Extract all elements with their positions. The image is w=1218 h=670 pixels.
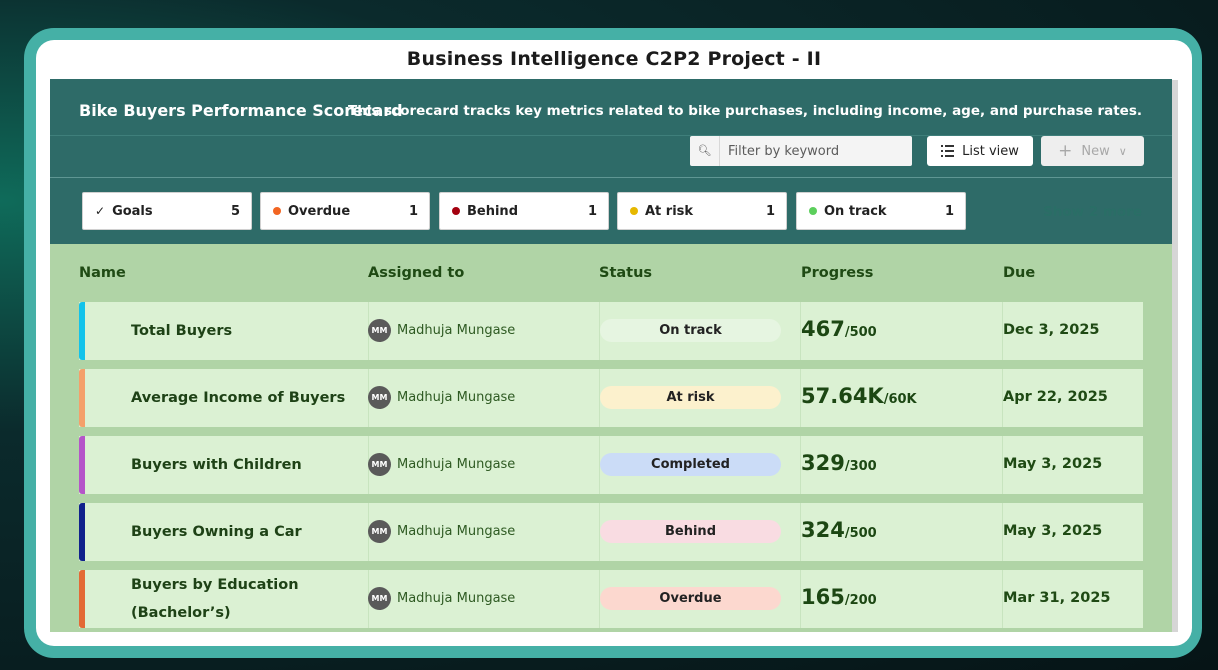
behind-dot-icon: [452, 207, 460, 215]
search-icon: 🔍︎: [690, 136, 720, 166]
avatar: MM: [368, 319, 391, 342]
table-row[interactable]: Buyers by Education (Bachelor’s) MM Madh…: [79, 570, 1143, 628]
table-row[interactable]: Buyers Owning a Car MM Madhuja Mungase B…: [79, 503, 1143, 561]
scorecard-header: Bike Buyers Performance Scorecard This s…: [50, 79, 1172, 244]
assignee[interactable]: MM Madhuja Mungase: [368, 319, 515, 342]
due-date[interactable]: Apr 22, 2025: [1003, 389, 1108, 405]
due-date[interactable]: May 3, 2025: [1003, 523, 1102, 539]
assignee[interactable]: MM Madhuja Mungase: [368, 587, 515, 610]
progress-value[interactable]: 329/300: [801, 451, 877, 475]
status-badge[interactable]: On track: [600, 319, 781, 342]
progress-current: 329: [801, 451, 845, 475]
status-badge[interactable]: Overdue: [600, 587, 781, 610]
column-header-assigned[interactable]: Assigned to: [368, 265, 464, 281]
chip-count: 1: [944, 203, 954, 219]
assignee-name: Madhuja Mungase: [397, 524, 516, 539]
goal-name[interactable]: Buyers by Education (Bachelor’s): [131, 570, 363, 628]
progress-target: /60K: [883, 392, 917, 407]
report-panel: Business Intelligence C2P2 Project - II …: [36, 40, 1192, 646]
progress-target: /500: [844, 325, 877, 340]
assignee-name: Madhuja Mungase: [397, 591, 516, 606]
page-title: Business Intelligence C2P2 Project - II: [406, 48, 822, 70]
checkmark-icon: ✓: [95, 204, 106, 218]
column-header-due[interactable]: Due: [1003, 265, 1035, 281]
progress-current: 57.64K: [801, 384, 884, 408]
assignee-name: Madhuja Mungase: [397, 390, 516, 405]
chip-count: 5: [230, 203, 240, 219]
status-badge[interactable]: Behind: [600, 520, 781, 543]
chip-label: Goals: [112, 203, 153, 219]
assignee[interactable]: MM Madhuja Mungase: [368, 520, 515, 543]
chip-label: Behind: [467, 203, 518, 219]
assignee-name: Madhuja Mungase: [397, 323, 516, 338]
at-risk-dot-icon: [630, 207, 638, 215]
status-badge[interactable]: Completed: [600, 453, 781, 476]
progress-target: /500: [844, 526, 877, 541]
chip-label: Overdue: [288, 203, 351, 219]
new-label: New: [1081, 143, 1110, 159]
assignee-name: Madhuja Mungase: [397, 457, 516, 472]
row-accent-bar: [79, 570, 85, 628]
due-date[interactable]: Mar 31, 2025: [1003, 590, 1111, 606]
chip-count: 1: [587, 203, 597, 219]
progress-value[interactable]: 57.64K/60K: [801, 384, 917, 408]
avatar: MM: [368, 386, 391, 409]
progress-value[interactable]: 165/200: [801, 585, 877, 609]
assignee[interactable]: MM Madhuja Mungase: [368, 386, 515, 409]
list-view-button[interactable]: List view: [927, 136, 1033, 166]
goals-table: Name Assigned to Status Progress Due Tot…: [50, 244, 1172, 632]
progress-value[interactable]: 467/500: [801, 317, 877, 341]
due-date[interactable]: May 3, 2025: [1003, 456, 1102, 472]
goal-name[interactable]: Buyers with Children: [131, 436, 363, 494]
chip-goals[interactable]: ✓ Goals 5: [82, 192, 252, 230]
column-header-name[interactable]: Name: [79, 265, 126, 281]
column-header-progress[interactable]: Progress: [801, 265, 873, 281]
goal-name[interactable]: Buyers Owning a Car: [131, 503, 363, 561]
list-icon: [941, 145, 955, 157]
table-row[interactable]: Total Buyers MM Madhuja Mungase On track…: [79, 302, 1143, 360]
filter-box[interactable]: 🔍︎: [690, 136, 912, 166]
progress-value[interactable]: 324/500: [801, 518, 877, 542]
progress-target: /300: [844, 459, 877, 474]
progress-current: 324: [801, 518, 845, 542]
status-badge[interactable]: At risk: [600, 386, 781, 409]
row-accent-bar: [79, 369, 85, 427]
avatar: MM: [368, 520, 391, 543]
scorecard-description: This scorecard tracks key metrics relate…: [347, 103, 1142, 119]
chip-overdue[interactable]: Overdue 1: [260, 192, 430, 230]
avatar: MM: [368, 453, 391, 476]
progress-current: 467: [801, 317, 845, 341]
toolbar-divider: [50, 177, 1172, 178]
on-track-dot-icon: [809, 207, 817, 215]
overdue-dot-icon: [273, 207, 281, 215]
chip-at-risk[interactable]: At risk 1: [617, 192, 787, 230]
row-accent-bar: [79, 503, 85, 561]
chip-label: On track: [824, 203, 887, 219]
chip-on-track[interactable]: On track 1: [796, 192, 966, 230]
chip-behind[interactable]: Behind 1: [439, 192, 609, 230]
table-row[interactable]: Average Income of Buyers MM Madhuja Mung…: [79, 369, 1143, 427]
goal-name[interactable]: Average Income of Buyers: [131, 369, 363, 427]
scrollbar[interactable]: [1172, 80, 1178, 632]
row-accent-bar: [79, 302, 85, 360]
plus-icon: +: [1058, 141, 1073, 161]
new-button[interactable]: + New ∨: [1041, 136, 1144, 166]
progress-current: 165: [801, 585, 845, 609]
list-view-label: List view: [962, 143, 1019, 159]
column-header-status[interactable]: Status: [599, 265, 652, 281]
row-accent-bar: [79, 436, 85, 494]
chevron-down-icon: ∨: [1118, 144, 1127, 158]
table-row[interactable]: Buyers with Children MM Madhuja Mungase …: [79, 436, 1143, 494]
chip-count: 1: [408, 203, 418, 219]
chip-count: 1: [765, 203, 775, 219]
chip-label: At risk: [645, 203, 694, 219]
filter-input[interactable]: [720, 143, 900, 159]
show-more-link[interactable]: Show 2 more: [1043, 204, 1142, 220]
due-date[interactable]: Dec 3, 2025: [1003, 322, 1100, 338]
assignee[interactable]: MM Madhuja Mungase: [368, 453, 515, 476]
goal-name[interactable]: Total Buyers: [131, 302, 363, 360]
avatar: MM: [368, 587, 391, 610]
progress-target: /200: [844, 593, 877, 608]
